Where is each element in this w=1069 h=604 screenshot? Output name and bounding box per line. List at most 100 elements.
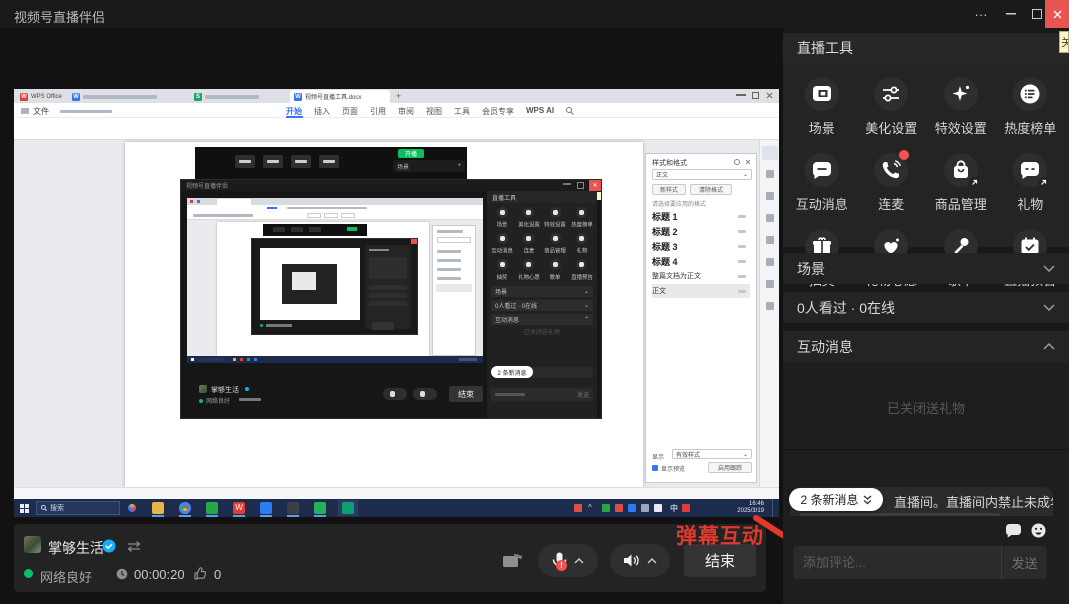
underline [179, 515, 191, 517]
more-menu-button[interactable]: ··· [966, 0, 996, 28]
microphone-button[interactable]: ! [538, 544, 598, 577]
stream-duration: 00:00:20 [134, 567, 185, 582]
nested-verified-badge [245, 387, 249, 391]
mini-maximize-icon [752, 92, 759, 99]
tool-icon [550, 207, 561, 218]
tool-icon [550, 233, 561, 244]
text-blur [60, 110, 112, 113]
account-avatar [24, 536, 41, 553]
level3-page [260, 248, 360, 320]
tool-icon [497, 259, 508, 270]
preview-checkbox [652, 465, 658, 471]
tool-scene[interactable]: 场景 [787, 69, 857, 145]
wps-logo-icon: W [20, 93, 28, 101]
clear-format-button: 清除格式 [690, 184, 732, 195]
text-blur [266, 324, 292, 327]
nested-tool: 商品管理 [542, 231, 569, 257]
swap-account-icon[interactable] [126, 541, 142, 552]
embedded-screenshot-strip: 开播 场景+ [195, 147, 467, 181]
speaker-button[interactable] [610, 544, 670, 577]
nested-tool: 礼物心愿 [516, 257, 543, 283]
nested-tool: 热度榜单 [569, 205, 596, 231]
microphone-icon: ! [552, 552, 567, 570]
live-preview-canvas[interactable]: W WPS Office W S W 视频号直播工具.docx + [14, 89, 779, 517]
new-style-button: 新样式 [652, 184, 686, 195]
tool-beauty[interactable]: 美化设置 [857, 69, 927, 145]
ribbon-tab-wps-ai: WPS AI [526, 106, 554, 115]
tray-icon [615, 504, 623, 512]
rotate-screen-icon[interactable] [502, 551, 526, 569]
underline [206, 515, 218, 517]
tool-icon [523, 233, 534, 244]
tool-mic-connect[interactable]: 连麦 [857, 145, 927, 221]
ribbon-tab-reference: 引用 [370, 106, 386, 117]
clock-blur [459, 358, 477, 361]
chevron-down-icon: ⌄ [743, 451, 748, 458]
chevron-down-icon [1043, 265, 1055, 272]
tool-interactive-messages[interactable]: 互动消息 [787, 145, 857, 221]
go-live-button-mini: 开播 [398, 149, 424, 158]
text-blur [437, 277, 461, 280]
comment-bubble-icon[interactable] [1005, 523, 1022, 538]
style-item: 标题 4 [652, 254, 750, 268]
nested-tool: 美化设置 [516, 205, 543, 231]
section-viewers[interactable]: 0人看过 · 0在线 [783, 292, 1069, 323]
chevron-down-icon: ⌄ [743, 171, 748, 178]
underline [314, 515, 326, 517]
nested-avatar [199, 385, 207, 393]
search-icon [566, 107, 574, 115]
live-companion-window: 视频号直播伴侣 ··· W WPS Office W [0, 0, 1069, 604]
wps-status-bar: 140% − + [14, 487, 779, 499]
speaker-icon [623, 553, 640, 568]
dot [254, 358, 257, 361]
nested-tool: 场景 [489, 205, 516, 231]
taskbar-wechat-icon [314, 502, 326, 514]
tool-gifts[interactable]: 礼物 [996, 145, 1066, 221]
level5-echo [292, 272, 316, 290]
thumbs-up-icon [194, 567, 207, 580]
nested-wps-tabbar [187, 198, 483, 205]
edge-tooltip: 关 [1059, 31, 1069, 53]
hamburger-icon [21, 108, 29, 114]
nested-comment-bar: 发送 [491, 388, 593, 401]
effects-sparkle-icon [944, 77, 978, 111]
gallery-box [341, 213, 355, 218]
taskbar-search-box: 搜索 [36, 501, 120, 515]
taskbar-chrome-icon [179, 502, 191, 514]
tool-effects[interactable]: 特效设置 [926, 69, 996, 145]
tool-icon [550, 259, 561, 270]
section-interactive-messages[interactable]: 互动消息 [783, 331, 1069, 362]
file-menu: 文件 [33, 106, 49, 117]
ribbon-tab-insert: 插入 [314, 106, 330, 117]
source-button [263, 155, 283, 168]
ribbon-tab-tools: 工具 [454, 106, 470, 117]
green-dot [260, 324, 263, 327]
mini-minimize-icon [736, 94, 746, 96]
sheet-icon: S [194, 93, 202, 101]
nested-bottom-bar: 掌够生活 网络良好 结束 [187, 380, 487, 414]
section-scene[interactable]: 场景 [783, 253, 1069, 284]
style-item: 标题 3 [652, 239, 750, 253]
emoji-icon[interactable] [1031, 523, 1046, 538]
nested-styles-panel [432, 225, 476, 356]
send-button[interactable]: 发送 [1001, 546, 1047, 579]
show-combo: 有效样式⌄ [672, 449, 752, 459]
new-messages-pill[interactable]: 2 条新消息 [789, 488, 883, 511]
nested-tool: 特效设置 [542, 205, 569, 231]
mini-btn [309, 227, 321, 232]
text-blur [437, 230, 463, 233]
comment-input[interactable] [793, 546, 1001, 579]
tool-ranking[interactable]: 热度榜单 [996, 69, 1066, 145]
style-item: 标题 2 [652, 224, 750, 238]
network-status-dot [24, 569, 33, 578]
close-button[interactable] [1045, 0, 1069, 28]
combo-blur [437, 237, 471, 243]
current-style-combo: 正文⌄ [652, 169, 752, 180]
external-arrow-badge [969, 177, 980, 188]
verified-badge-icon [102, 539, 116, 553]
tool-product-management[interactable]: 商品管理 [926, 145, 996, 221]
ribbon-tab-view: 视图 [426, 106, 442, 117]
close-icon [1053, 10, 1062, 19]
minimize-icon [1006, 13, 1016, 15]
text-blur [205, 95, 259, 99]
